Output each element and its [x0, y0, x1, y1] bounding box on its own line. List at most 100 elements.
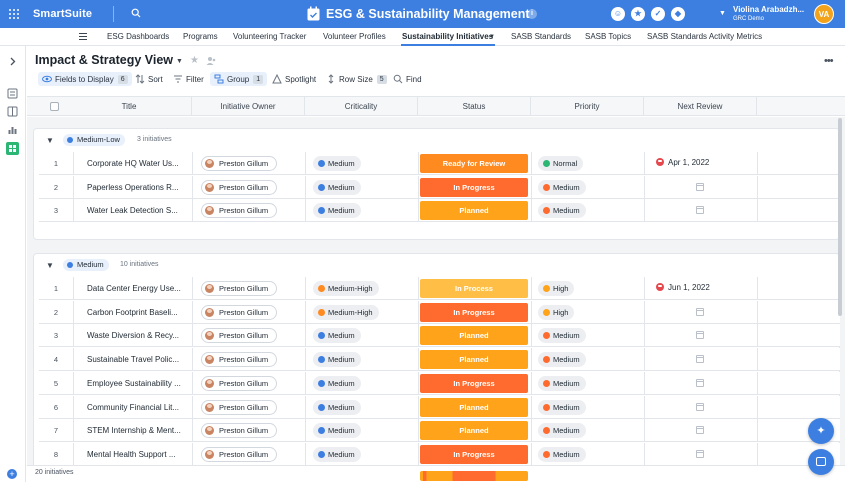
priority-tag[interactable]: High	[538, 281, 575, 296]
criticality-tag[interactable]: Medium	[313, 375, 361, 391]
find-button[interactable]: Find	[393, 72, 422, 86]
priority-tag[interactable]: Medium	[538, 375, 586, 391]
tab-esg-dashboards[interactable]: ESG Dashboards	[107, 32, 169, 41]
owner-chip[interactable]: Preston Gillum	[201, 328, 277, 344]
bell-icon[interactable]: ◆	[671, 7, 685, 21]
menu-icon[interactable]	[79, 33, 87, 41]
chevron-down-icon[interactable]: ▼	[489, 34, 495, 40]
row-size-button[interactable]: Row Size 5	[326, 72, 387, 86]
owner-chip[interactable]: Preston Gillum	[201, 203, 277, 219]
priority-tag[interactable]: Medium	[538, 423, 586, 439]
priority-tag[interactable]: Medium	[538, 328, 586, 344]
owner-chip[interactable]: Preston Gillum	[201, 179, 277, 195]
priority-tag[interactable]: Medium	[538, 446, 586, 462]
table-row[interactable]: 3 Water Leak Detection S... Preston Gillum…	[39, 199, 840, 223]
calendar-icon[interactable]	[696, 449, 704, 458]
status-badge[interactable]: In Process	[420, 279, 528, 298]
column-header-next-review[interactable]: Next Review	[644, 97, 757, 116]
priority-tag[interactable]: High	[538, 304, 575, 320]
calendar-icon[interactable]	[696, 355, 704, 364]
column-header-criticality[interactable]: Criticality	[305, 97, 418, 116]
calendar-icon[interactable]	[696, 331, 704, 340]
priority-tag[interactable]: Medium	[538, 179, 586, 195]
tab-sasb-topics[interactable]: SASB Topics	[585, 32, 631, 41]
search-icon[interactable]	[131, 8, 141, 18]
table-row[interactable]: 5 Employee Sustainability ... Preston Gill…	[39, 371, 840, 395]
status-badge[interactable]: Planned	[420, 421, 528, 441]
table-row[interactable]: 2 Paperless Operations R... Preston Gillum…	[39, 175, 840, 199]
group-button[interactable]: Group 1	[210, 72, 268, 86]
chevron-right-icon[interactable]	[7, 56, 18, 67]
tab-sasb-standards[interactable]: SASB Standards	[511, 32, 571, 41]
criticality-tag[interactable]: Medium	[313, 179, 361, 195]
chevron-down-icon[interactable]: ▼	[46, 261, 54, 270]
column-header-priority[interactable]: Priority	[531, 97, 644, 116]
owner-chip[interactable]: Preston Gillum	[201, 304, 277, 320]
tab-programs[interactable]: Programs	[183, 32, 218, 41]
status-badge[interactable]: Planned	[420, 397, 528, 417]
apps-grid-icon[interactable]	[9, 9, 19, 19]
calendar-icon[interactable]	[696, 206, 704, 215]
owner-chip[interactable]: Preston Gillum	[201, 446, 277, 462]
status-badge[interactable]: In Progress	[420, 177, 528, 197]
criticality-tag[interactable]: Medium	[313, 446, 361, 462]
column-header-initiative-owner[interactable]: Initiative Owner	[192, 97, 305, 116]
record-icon[interactable]	[7, 88, 18, 99]
view-title[interactable]: Impact & Strategy View	[35, 53, 173, 67]
table-row[interactable]: 7 STEM Internship & Ment... Preston Gillum…	[39, 419, 840, 443]
owner-chip[interactable]: Preston Gillum	[201, 375, 277, 391]
column-header-status[interactable]: Status	[418, 97, 531, 116]
select-all-checkbox[interactable]	[50, 102, 59, 111]
priority-tag[interactable]: Medium	[538, 352, 586, 368]
ai-assistant-button[interactable]: ✦	[808, 418, 834, 444]
priority-tag[interactable]: Medium	[538, 203, 586, 219]
status-badge[interactable]: Planned	[420, 201, 528, 221]
vertical-scrollbar[interactable]	[838, 118, 842, 316]
table-row[interactable]: 3 Waste Diversion & Recy... Preston Gillum…	[39, 324, 840, 348]
map-icon[interactable]	[7, 106, 18, 117]
table-row[interactable]: 4 Sustainable Travel Polic... Preston Gill…	[39, 348, 840, 372]
filter-button[interactable]: Filter	[173, 72, 204, 86]
table-row[interactable]: 6 Community Financial Lit... Preston Gillu…	[39, 395, 840, 419]
status-badge[interactable]: In Progress	[420, 444, 528, 464]
priority-tag[interactable]: Medium	[538, 399, 586, 415]
criticality-tag[interactable]: Medium	[313, 352, 361, 368]
table-row[interactable]: 8 Mental Health Support ... Preston Gillum…	[39, 442, 840, 466]
tab-sasb-standards-activity-metrics[interactable]: SASB Standards Activity Metrics	[647, 32, 762, 41]
chevron-down-icon[interactable]: ▼	[46, 136, 54, 145]
check-icon[interactable]: ✓	[651, 7, 665, 21]
criticality-tag[interactable]: Medium	[313, 328, 361, 344]
avatar[interactable]: VA	[814, 4, 834, 24]
calendar-icon[interactable]	[696, 307, 704, 316]
status-badge[interactable]: In Progress	[420, 302, 528, 322]
criticality-tag[interactable]: Medium	[313, 156, 361, 171]
star-icon[interactable]: ★	[631, 7, 645, 21]
next-review-date[interactable]: Jun 1, 2022	[656, 283, 710, 292]
column-header-title[interactable]: Title	[67, 97, 192, 116]
criticality-tag[interactable]: Medium	[313, 423, 361, 439]
favorite-star-icon[interactable]: ★	[190, 55, 199, 66]
criticality-tag[interactable]: Medium-High	[313, 281, 379, 296]
status-badge[interactable]: Ready for Review	[420, 154, 528, 173]
owner-chip[interactable]: Preston Gillum	[201, 156, 277, 171]
owner-chip[interactable]: Preston Gillum	[201, 399, 277, 415]
owner-chip[interactable]: Preston Gillum	[201, 352, 277, 368]
user-name[interactable]: Violina Arabadzh...	[733, 5, 804, 14]
owner-chip[interactable]: Preston Gillum	[201, 423, 277, 439]
chat-button[interactable]	[808, 449, 834, 475]
tab-volunteer-profiles[interactable]: Volunteer Profiles	[323, 32, 386, 41]
calendar-icon[interactable]	[696, 426, 704, 435]
table-row[interactable]: 1 Data Center Energy Use... Preston Gillum…	[39, 277, 840, 300]
sort-button[interactable]: Sort	[135, 72, 163, 86]
emoji-icon[interactable]: ☺	[611, 7, 625, 21]
criticality-tag[interactable]: Medium	[313, 203, 361, 219]
calendar-icon[interactable]	[696, 182, 704, 191]
next-review-date[interactable]: Apr 1, 2022	[656, 158, 709, 167]
spotlight-button[interactable]: Spotlight	[272, 72, 316, 86]
table-row[interactable]: 2 Carbon Footprint Baseli... Preston Gillu…	[39, 300, 840, 324]
chart-icon[interactable]	[7, 124, 18, 135]
tab-volunteering-tracker[interactable]: Volunteering Tracker	[233, 32, 306, 41]
chevron-down-icon[interactable]: ▼	[176, 58, 183, 65]
status-badge[interactable]: Planned	[420, 326, 528, 346]
calendar-icon[interactable]	[696, 378, 704, 387]
